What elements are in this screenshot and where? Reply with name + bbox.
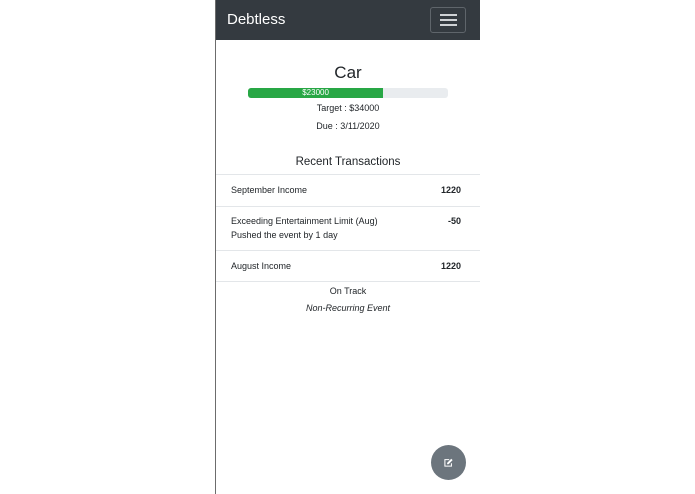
goal-target: Target : $34000 — [316, 103, 380, 113]
transaction-amount: 1220 — [440, 185, 461, 195]
transaction-note: Pushed the event by 1 day — [231, 230, 338, 240]
hamburger-icon-bar-middle — [440, 19, 457, 21]
transaction-row[interactable]: Exceeding Entertainment Limit (Aug) Push… — [216, 206, 480, 250]
transaction-name: August Income — [231, 261, 292, 271]
menu-toggle-button[interactable] — [430, 7, 466, 33]
navbar-brand[interactable]: Debtless — [227, 10, 285, 30]
goal-title: Car — [334, 63, 362, 82]
goal-progress-fill: $23000 — [248, 88, 384, 98]
goal-due-date: Due : 3/11/2020 — [316, 121, 380, 131]
transaction-row[interactable]: August Income 1220 — [216, 250, 480, 282]
transactions-list: September Income 1220 Exceeding Entertai… — [216, 174, 480, 282]
hamburger-icon-bar-bottom — [440, 24, 457, 26]
phone-viewport: Debtless Car $23000 Target : $34000 Due … — [215, 0, 480, 494]
transaction-row[interactable]: September Income 1220 — [216, 174, 480, 206]
recurrence-type: Non-Recurring Event — [305, 303, 391, 313]
goal-progress: $23000 — [248, 88, 448, 98]
hamburger-icon — [440, 14, 457, 16]
goal-status: On Track — [329, 286, 367, 296]
transaction-amount: 1220 — [440, 261, 461, 271]
recent-transactions-heading: Recent Transactions — [295, 156, 401, 168]
transaction-amount: -50 — [447, 216, 461, 226]
edit-icon — [444, 458, 453, 467]
navbar: Debtless — [216, 0, 480, 40]
transaction-name: September Income — [231, 185, 308, 195]
transaction-name: Exceeding Entertainment Limit (Aug) — [231, 216, 378, 226]
edit-fab-button[interactable] — [431, 445, 466, 480]
